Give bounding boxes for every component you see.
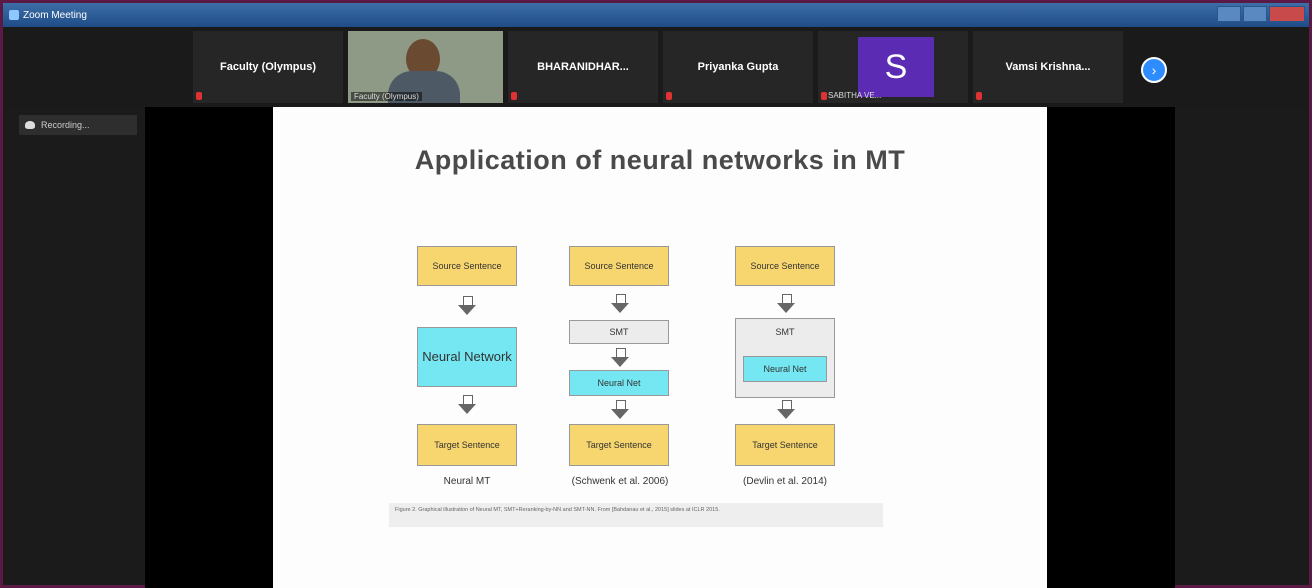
muted-mic-icon <box>666 92 672 100</box>
participant-name: Priyanka Gupta <box>697 61 779 73</box>
muted-mic-icon <box>511 92 517 100</box>
slide-title: Application of neural networks in MT <box>414 145 906 175</box>
participant-avatar: S <box>858 37 934 97</box>
down-arrow-icon <box>611 400 629 420</box>
target-sentence-box: Target Sentence <box>735 424 835 466</box>
next-page-arrow-icon[interactable]: › <box>1141 57 1167 83</box>
participant-video-tile[interactable]: Faculty (Olympus) <box>348 31 503 103</box>
smt-box: SMT <box>569 320 669 344</box>
slide: Application of neural networks in MT Sou… <box>273 107 1047 588</box>
window-controls <box>1217 6 1305 22</box>
participant-tile[interactable]: Faculty (Olympus) <box>193 31 343 103</box>
participant-tile[interactable]: S SABITHA VE... <box>818 31 968 103</box>
down-arrow-icon <box>611 348 629 368</box>
title-bar: Zoom Meeting <box>3 3 1309 27</box>
participant-strip: Faculty (Olympus) Faculty (Olympus) BHAR… <box>3 27 1309 107</box>
shared-screen: Application of neural networks in MT Sou… <box>145 107 1175 588</box>
participant-tile[interactable]: Priyanka Gupta <box>663 31 813 103</box>
neural-net-box: Neural Net <box>569 370 669 396</box>
cloud-icon <box>25 121 35 129</box>
close-button[interactable] <box>1269 6 1305 22</box>
recording-label: Recording... <box>41 120 90 130</box>
muted-mic-icon <box>821 92 827 100</box>
source-sentence-box: Source Sentence <box>569 246 669 286</box>
participant-video-name: Faculty (Olympus) <box>351 92 422 101</box>
down-arrow-icon <box>458 395 476 415</box>
neural-net-box: Neural Net <box>743 356 827 382</box>
participant-tile[interactable]: Vamsi Krishna... <box>973 31 1123 103</box>
participant-tile[interactable]: BHARANIDHAR... <box>508 31 658 103</box>
nmt-figure: Source Sentence Neural Network Target Se… <box>383 232 883 522</box>
minimize-button[interactable] <box>1217 6 1241 22</box>
participant-name: Vamsi Krishna... <box>1005 61 1091 73</box>
down-arrow-icon <box>458 296 476 316</box>
down-arrow-icon <box>777 294 795 314</box>
source-sentence-box: Source Sentence <box>735 246 835 286</box>
figure-caption: Figure 2. Graphical illustration of Neur… <box>389 503 883 527</box>
figure-label: (Devlin et al. 2014) <box>743 476 827 487</box>
muted-mic-icon <box>196 92 202 100</box>
target-sentence-box: Target Sentence <box>569 424 669 466</box>
muted-mic-icon <box>976 92 982 100</box>
maximize-button[interactable] <box>1243 6 1267 22</box>
zoom-window: Zoom Meeting Faculty (Olympus) Faculty (… <box>0 0 1312 588</box>
participant-name: SABITHA VE... <box>828 91 882 100</box>
participant-name: Faculty (Olympus) <box>220 61 316 73</box>
source-sentence-box: Source Sentence <box>417 246 517 286</box>
figure-label: (Schwenk et al. 2006) <box>571 476 669 487</box>
down-arrow-icon <box>777 400 795 420</box>
participant-name: BHARANIDHAR... <box>537 61 629 73</box>
neural-network-box: Neural Network <box>417 327 517 387</box>
target-sentence-box: Target Sentence <box>417 424 517 466</box>
down-arrow-icon <box>611 294 629 314</box>
recording-indicator[interactable]: Recording... <box>19 115 137 135</box>
figure-label: Neural MT <box>443 476 491 487</box>
zoom-app-icon <box>9 10 19 20</box>
window-title: Zoom Meeting <box>23 9 87 21</box>
smt-label: SMT <box>775 327 795 337</box>
